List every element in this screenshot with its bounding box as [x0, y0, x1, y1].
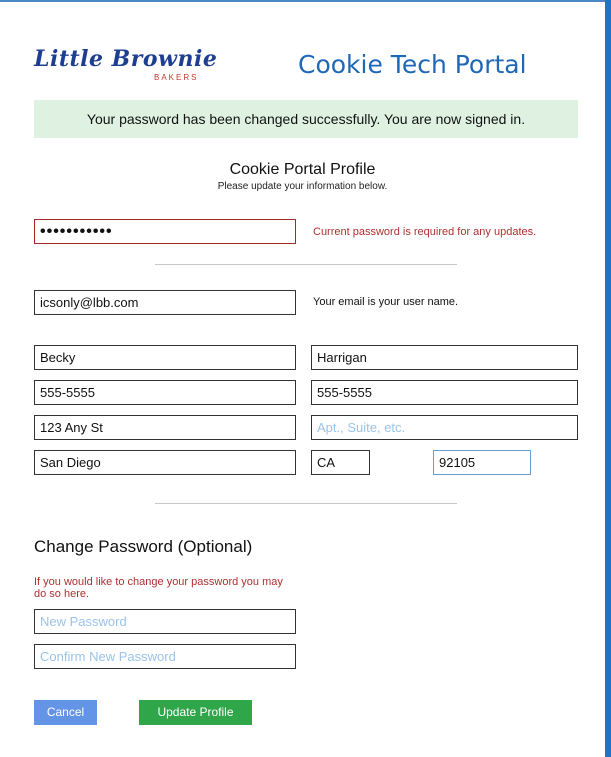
- profile-heading: Cookie Portal Profile: [229, 161, 376, 178]
- address-line2-field[interactable]: Apt., Suite, etc.: [311, 415, 578, 440]
- address-line1-field[interactable]: 123 Any St: [34, 415, 296, 440]
- profile-subheading: Please update your information below.: [217, 181, 388, 192]
- alt-phone-field[interactable]: 555-5555: [311, 380, 578, 405]
- phone-field[interactable]: 555-5555: [34, 380, 296, 405]
- first-name-field[interactable]: Becky: [34, 345, 296, 370]
- current-password-error: Current password is required for any upd…: [313, 226, 537, 238]
- frame-top-border: [0, 0, 605, 2]
- change-password-heading: Change Password (Optional): [34, 537, 253, 556]
- brand-logo-subname: BAKERS: [154, 73, 199, 82]
- brand-logo-name: Little Brownie: [34, 46, 218, 72]
- email-field[interactable]: icsonly@lbb.com: [34, 290, 296, 315]
- last-name-field[interactable]: Harrigan: [311, 345, 578, 370]
- state-field[interactable]: CA: [311, 450, 370, 475]
- confirm-password-field[interactable]: Confirm New Password: [34, 644, 296, 669]
- page-title: Cookie Tech Portal: [298, 50, 527, 79]
- cancel-button[interactable]: Cancel: [34, 700, 97, 725]
- new-password-field[interactable]: New Password: [34, 609, 296, 634]
- change-password-note: If you would like to change your passwor…: [34, 576, 283, 600]
- city-field[interactable]: San Diego: [34, 450, 296, 475]
- brand-logo: Little Brownie BAKERS: [34, 46, 234, 86]
- frame-scroll-edge: [605, 0, 611, 757]
- zip-field[interactable]: 92105: [433, 450, 531, 475]
- email-note: Your email is your user name.: [313, 296, 459, 308]
- current-password-field[interactable]: •••••••••••: [34, 219, 296, 244]
- divider: [155, 264, 457, 265]
- divider: [155, 503, 457, 504]
- update-profile-button[interactable]: Update Profile: [139, 700, 252, 725]
- success-banner: Your password has been changed successfu…: [34, 100, 578, 138]
